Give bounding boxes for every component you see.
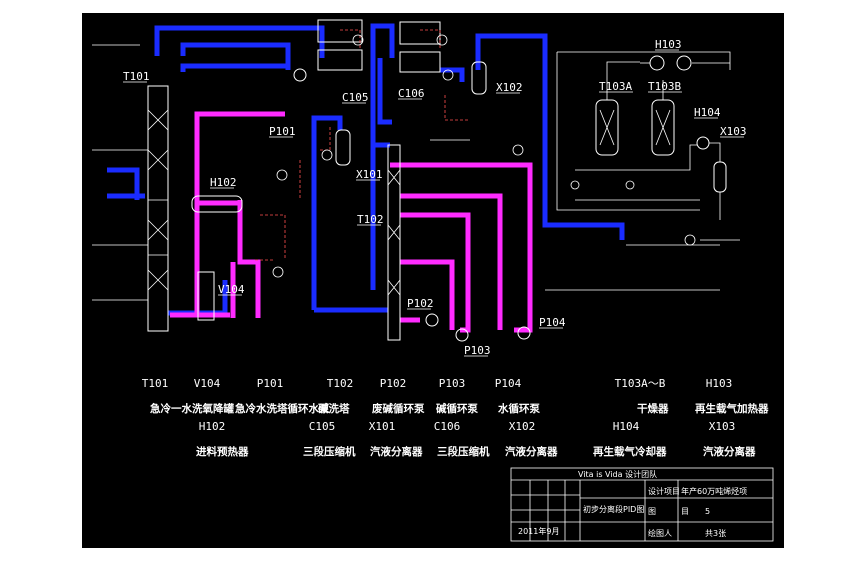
tag-p104: P104 xyxy=(539,316,566,329)
row2-left: 图 xyxy=(648,507,656,516)
drawer-label: 绘图人 xyxy=(648,528,672,538)
legend-tag: X103 xyxy=(709,420,736,433)
legend-name: 急冷一水洗氧降罐 xyxy=(150,402,234,415)
tag-p101: P101 xyxy=(269,125,296,138)
legend-tag: C106 xyxy=(434,420,461,433)
legend-name: 碱洗塔 xyxy=(318,402,350,415)
design-label: 设计项目 xyxy=(648,486,680,496)
legend-tag: H102 xyxy=(199,420,226,433)
legend-name: 汽液分离器 xyxy=(505,445,558,458)
legend-tag: T101 xyxy=(142,377,169,390)
legend-name: 干燥器 xyxy=(637,402,669,415)
drawing-date: 2011年9月 xyxy=(518,526,559,536)
tag-p102: P102 xyxy=(407,297,434,310)
tag-t101: T101 xyxy=(123,70,150,83)
legend-name: 三段压缩机 xyxy=(303,445,356,458)
tag-h103: H103 xyxy=(655,38,682,51)
legend-tag: P104 xyxy=(495,377,522,390)
tag-h104: H104 xyxy=(694,106,721,119)
legend-name: 急冷水洗塔循环水泵 xyxy=(235,402,330,415)
legend-tag: P102 xyxy=(380,377,407,390)
legend-tag: X102 xyxy=(509,420,536,433)
legend-name: 三段压缩机 xyxy=(437,445,490,458)
legend-tag: H103 xyxy=(706,377,733,390)
title-block-header: Vita is Vida 设计团队 xyxy=(578,469,657,479)
tag-v104: V104 xyxy=(218,283,245,296)
legend-tag: T102 xyxy=(327,377,354,390)
tag-t103b: T103B xyxy=(648,80,681,93)
legend-name: 碱循环泵 xyxy=(436,402,478,415)
legend-tag: X101 xyxy=(369,420,396,433)
pid-drawing: T101 H102 V104 P101 C105 C106 X101 X102 … xyxy=(82,13,784,548)
tag-x101: X101 xyxy=(356,168,383,181)
legend-name: 汽液分离器 xyxy=(703,445,756,458)
sheet-total: 共3张 xyxy=(705,529,726,538)
tag-t102: T102 xyxy=(357,213,384,226)
row2-mid: 目 xyxy=(681,507,689,516)
legend-name: 再生载气加热器 xyxy=(695,402,769,415)
legend-tag: H104 xyxy=(613,420,640,433)
drawing-name: 初步分离段PID图 xyxy=(583,504,644,514)
tag-x103: X103 xyxy=(720,125,747,138)
legend-name: 进料预热器 xyxy=(196,445,249,458)
legend-tag: P101 xyxy=(257,377,284,390)
tag-c105: C105 xyxy=(342,91,369,104)
project-name: 年产60万吨烯烃项 xyxy=(681,486,747,496)
legend-tag: P103 xyxy=(439,377,466,390)
tag-p103: P103 xyxy=(464,344,491,357)
tag-x102: X102 xyxy=(496,81,523,94)
legend-name: 再生载气冷却器 xyxy=(593,445,667,458)
tag-c106: C106 xyxy=(398,87,425,100)
legend-name: 汽液分离器 xyxy=(370,445,423,458)
legend-tag: T103A～B xyxy=(615,377,666,390)
legend-name: 废碱循环泵 xyxy=(372,402,425,415)
legend-name: 水循环泵 xyxy=(497,402,540,415)
tag-t103a: T103A xyxy=(599,80,632,93)
sheet-number: 5 xyxy=(705,507,710,516)
legend-tag: C105 xyxy=(309,420,336,433)
tag-h102: H102 xyxy=(210,176,237,189)
legend-tag: V104 xyxy=(194,377,221,390)
